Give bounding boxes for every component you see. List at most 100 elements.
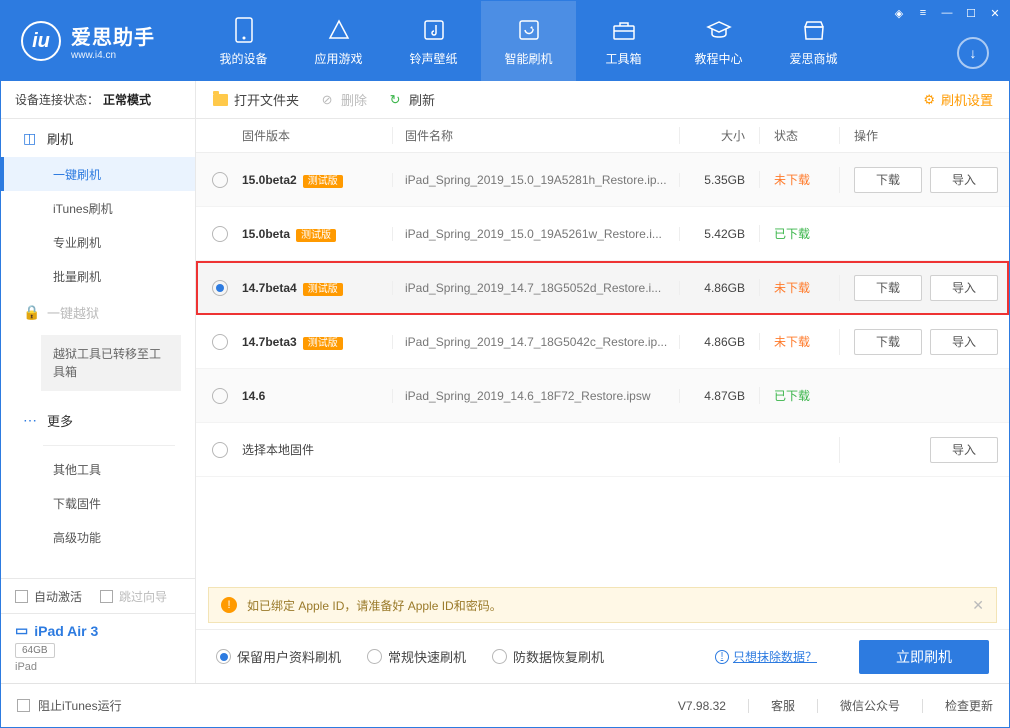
app-header: iu 爱思助手 www.i4.cn 我的设备 应用游戏 铃声壁纸 智能刷机 工具… — [1, 1, 1009, 81]
music-icon — [422, 16, 446, 44]
col-status: 状态 — [759, 127, 839, 144]
download-button[interactable]: 下载 — [854, 167, 922, 193]
app-logo-icon: iu — [21, 21, 61, 61]
firmware-row: 14.7beta3测试版 iPad_Spring_2019_14.7_18G50… — [196, 315, 1009, 369]
firmware-row: 15.0beta测试版 iPad_Spring_2019_15.0_19A526… — [196, 207, 1009, 261]
delete-button[interactable]: ⊘删除 — [319, 90, 367, 109]
phone-icon — [235, 16, 253, 44]
col-ops: 操作 — [839, 127, 1009, 144]
row-radio[interactable] — [212, 226, 228, 242]
nav-ringtones[interactable]: 铃声壁纸 — [386, 1, 481, 81]
nav-apps[interactable]: 应用游戏 — [291, 1, 386, 81]
info-icon: ! — [715, 650, 729, 664]
auto-activate-checkbox[interactable] — [15, 590, 28, 603]
local-firmware-radio[interactable] — [212, 442, 228, 458]
mode-keep-radio[interactable] — [216, 649, 231, 664]
sidebar-group-flash[interactable]: ◫刷机 — [1, 119, 195, 157]
refresh-icon — [517, 16, 541, 44]
mode-keep-data[interactable]: 保留用户资料刷机 — [216, 647, 341, 666]
maximize-icon[interactable]: ☐ — [963, 5, 979, 21]
download-manager-icon[interactable]: ↓ — [957, 37, 989, 69]
flash-icon: ◫ — [23, 130, 37, 147]
version-label: V7.98.32 — [678, 699, 726, 713]
footer: 阻止iTunes运行 V7.98.32 客服 微信公众号 检查更新 — [1, 683, 1009, 727]
delete-icon: ⊘ — [319, 92, 335, 108]
wechat-link[interactable]: 微信公众号 — [840, 697, 900, 714]
folder-icon — [213, 94, 228, 106]
warning-icon: ! — [221, 597, 237, 613]
main-nav: 我的设备 应用游戏 铃声壁纸 智能刷机 工具箱 教程中心 爱思商城 — [196, 1, 1009, 81]
local-firmware-row: 选择本地固件 导入 — [196, 423, 1009, 477]
sidebar-item-itunes-flash[interactable]: iTunes刷机 — [1, 191, 195, 225]
sidebar-item-batch-flash[interactable]: 批量刷机 — [1, 259, 195, 293]
import-local-button[interactable]: 导入 — [930, 437, 998, 463]
sidebar-group-jailbreak: 🔒一键越狱 — [1, 293, 195, 331]
sidebar-item-pro-flash[interactable]: 专业刷机 — [1, 225, 195, 259]
sidebar-item-advanced[interactable]: 高级功能 — [1, 520, 195, 554]
block-itunes-checkbox[interactable] — [17, 699, 30, 712]
open-folder-button[interactable]: 打开文件夹 — [212, 90, 299, 109]
sidebar-item-other-tools[interactable]: 其他工具 — [1, 452, 195, 486]
check-update-link[interactable]: 检查更新 — [945, 697, 993, 714]
row-radio[interactable] — [212, 334, 228, 350]
lock-icon: 🔒 — [23, 304, 37, 321]
mode-recover-radio[interactable] — [492, 649, 507, 664]
tshirt-icon[interactable]: ◈ — [891, 5, 907, 21]
reload-icon: ↻ — [387, 92, 403, 108]
device-info[interactable]: ▭iPad Air 3 64GB iPad — [1, 613, 195, 683]
nav-toolbox[interactable]: 工具箱 — [576, 1, 671, 81]
device-capacity: 64GB — [15, 643, 55, 658]
mode-normal-radio[interactable] — [367, 649, 382, 664]
device-type: iPad — [15, 661, 181, 673]
flash-now-button[interactable]: 立即刷机 — [859, 640, 989, 674]
mode-recover[interactable]: 防数据恢复刷机 — [492, 647, 604, 666]
nav-store[interactable]: 爱思商城 — [766, 1, 861, 81]
jailbreak-note: 越狱工具已转移至工具箱 — [41, 335, 181, 391]
sidebar-item-download-fw[interactable]: 下载固件 — [1, 486, 195, 520]
toolbar: 打开文件夹 ⊘删除 ↻刷新 ⚙刷机设置 — [196, 81, 1009, 119]
sidebar: 设备连接状态：正常模式 ◫刷机 一键刷机 iTunes刷机 专业刷机 批量刷机 … — [1, 81, 196, 683]
col-version: 固件版本 — [242, 127, 392, 144]
gear-icon: ⚙ — [923, 92, 935, 108]
graduation-icon — [706, 16, 732, 44]
flash-settings-link[interactable]: ⚙刷机设置 — [923, 90, 993, 109]
mode-bar: 保留用户资料刷机 常规快速刷机 防数据恢复刷机 !只想抹除数据？ 立即刷机 — [196, 629, 1009, 683]
firmware-row: 14.7beta4测试版 iPad_Spring_2019_14.7_18G50… — [196, 261, 1009, 315]
nav-tutorials[interactable]: 教程中心 — [671, 1, 766, 81]
connection-status: 设备连接状态：正常模式 — [1, 81, 195, 119]
col-name: 固件名称 — [392, 127, 679, 144]
service-link[interactable]: 客服 — [771, 697, 795, 714]
nav-flash[interactable]: 智能刷机 — [481, 1, 576, 81]
menu-icon[interactable]: ≡ — [915, 5, 931, 21]
import-button[interactable]: 导入 — [930, 167, 998, 193]
main-panel: 打开文件夹 ⊘删除 ↻刷新 ⚙刷机设置 固件版本 固件名称 大小 状态 操作 1… — [196, 81, 1009, 683]
mode-normal[interactable]: 常规快速刷机 — [367, 647, 466, 666]
apps-icon — [327, 16, 351, 44]
row-radio[interactable] — [212, 280, 228, 296]
col-size: 大小 — [679, 127, 759, 144]
tablet-icon: ▭ — [15, 622, 28, 639]
auto-activate-row: 自动激活 跳过向导 — [1, 579, 195, 613]
logo-area: iu 爱思助手 www.i4.cn — [1, 1, 196, 81]
download-button[interactable]: 下载 — [854, 329, 922, 355]
row-radio[interactable] — [212, 388, 228, 404]
window-controls: ◈ ≡ — ☐ ✕ — [891, 5, 1003, 21]
sidebar-item-oneclick-flash[interactable]: 一键刷机 — [1, 157, 195, 191]
notice-close-icon[interactable]: ✕ — [972, 597, 984, 614]
app-subtitle: www.i4.cn — [71, 50, 155, 61]
app-title: 爱思助手 — [71, 21, 155, 50]
table-header: 固件版本 固件名称 大小 状态 操作 — [196, 119, 1009, 153]
erase-data-link[interactable]: !只想抹除数据？ — [715, 648, 817, 665]
refresh-button[interactable]: ↻刷新 — [387, 90, 435, 109]
skip-guide-checkbox[interactable] — [100, 590, 113, 603]
close-icon[interactable]: ✕ — [987, 5, 1003, 21]
import-button[interactable]: 导入 — [930, 329, 998, 355]
row-radio[interactable] — [212, 172, 228, 188]
minimize-icon[interactable]: — — [939, 5, 955, 21]
import-button[interactable]: 导入 — [930, 275, 998, 301]
nav-my-device[interactable]: 我的设备 — [196, 1, 291, 81]
more-icon: ⋯ — [23, 412, 37, 429]
firmware-row: 14.6 iPad_Spring_2019_14.6_18F72_Restore… — [196, 369, 1009, 423]
sidebar-group-more[interactable]: ⋯更多 — [1, 401, 195, 439]
download-button[interactable]: 下载 — [854, 275, 922, 301]
